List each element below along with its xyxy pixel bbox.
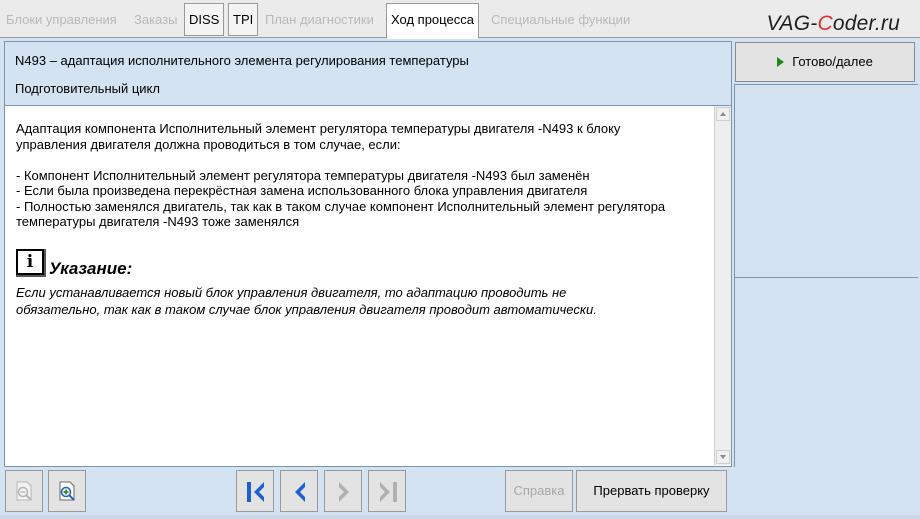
intro-line-1: Адаптация компонента Исполнительный элем…	[16, 121, 621, 136]
previous-step-button[interactable]	[280, 470, 318, 512]
procedure-subtitle: Подготовительный цикл	[15, 81, 160, 96]
first-step-button[interactable]	[236, 470, 274, 512]
abort-test-button[interactable]: Прервать проверку	[576, 470, 727, 512]
info-icon: i	[16, 249, 46, 277]
scroll-up-arrow-icon[interactable]	[716, 107, 730, 121]
vertical-scrollbar[interactable]	[714, 106, 731, 465]
tab-tpi[interactable]: TPI	[228, 3, 259, 36]
note-line-2: обязательно, так как в таком случае блок…	[16, 302, 597, 317]
vag-coder-logo: VAG-Coder.ru	[766, 12, 900, 36]
tab-bar: Блоки управления Заказы DISS TPI План ди…	[0, 0, 920, 39]
zoom-out-button[interactable]	[5, 470, 43, 512]
zoom-in-button[interactable]	[48, 470, 86, 512]
instruction-content: Адаптация компонента Исполнительный элем…	[5, 105, 731, 466]
bottom-toolbar: Справка Прервать проверку	[0, 467, 920, 519]
right-panel-section-bottom	[734, 277, 918, 467]
bullet-item-3-line-1: - Полностью заменялся двигатель, так как…	[16, 198, 666, 214]
tab-control-units[interactable]: Блоки управления	[1, 3, 122, 36]
procedure-title: N493 – адаптация исполнительного элемент…	[15, 53, 469, 68]
bullet-item-2: - Если была произведена перекрёстная зам…	[16, 183, 588, 198]
zoom-in-icon	[59, 481, 75, 501]
logo-prefix: VAG-	[766, 12, 818, 35]
last-step-button[interactable]	[368, 470, 406, 512]
main-panel: N493 – адаптация исполнительного элемент…	[4, 41, 732, 467]
done-next-button[interactable]: Готово/далее	[735, 42, 915, 82]
play-icon	[777, 56, 785, 67]
bullet-item-1: - Компонент Исполнительный элемент регул…	[16, 167, 590, 183]
logo-suffix: oder.ru	[832, 12, 900, 35]
right-panel: Готово/далее	[734, 41, 918, 467]
scroll-down-arrow-icon[interactable]	[716, 450, 730, 464]
skip-to-first-icon	[247, 482, 264, 502]
logo-accent: C	[817, 12, 833, 35]
procedure-header: N493 – адаптация исполнительного элемент…	[5, 42, 731, 104]
skip-to-last-icon	[380, 482, 397, 502]
tab-process[interactable]: Ход процесса	[386, 3, 479, 39]
status-strip	[0, 515, 920, 519]
note-text: Если устанавливается новый блок управлен…	[16, 284, 706, 318]
chevron-left-icon	[295, 482, 305, 502]
chevron-right-icon	[339, 482, 349, 502]
intro-line-2: управления двигателя должна проводиться …	[16, 136, 401, 152]
right-panel-section-top	[734, 84, 918, 277]
note-title: Указание:	[49, 259, 133, 278]
tab-diagnostic-plan[interactable]: План диагностики	[260, 3, 379, 36]
help-button[interactable]: Справка	[505, 470, 573, 512]
instruction-text: Адаптация компонента Исполнительный элем…	[16, 121, 706, 230]
tab-orders[interactable]: Заказы	[129, 3, 182, 36]
tab-special-functions[interactable]: Специальные функции	[486, 3, 635, 36]
note-line-1: Если устанавливается новый блок управлен…	[16, 285, 567, 300]
bullet-item-3-line-2: температуры двигателя -N493 тоже заменял…	[16, 214, 300, 229]
next-step-button[interactable]	[324, 470, 362, 512]
tab-diss[interactable]: DISS	[184, 3, 225, 36]
done-next-label: Готово/далее	[792, 54, 873, 69]
zoom-out-icon	[16, 481, 32, 501]
